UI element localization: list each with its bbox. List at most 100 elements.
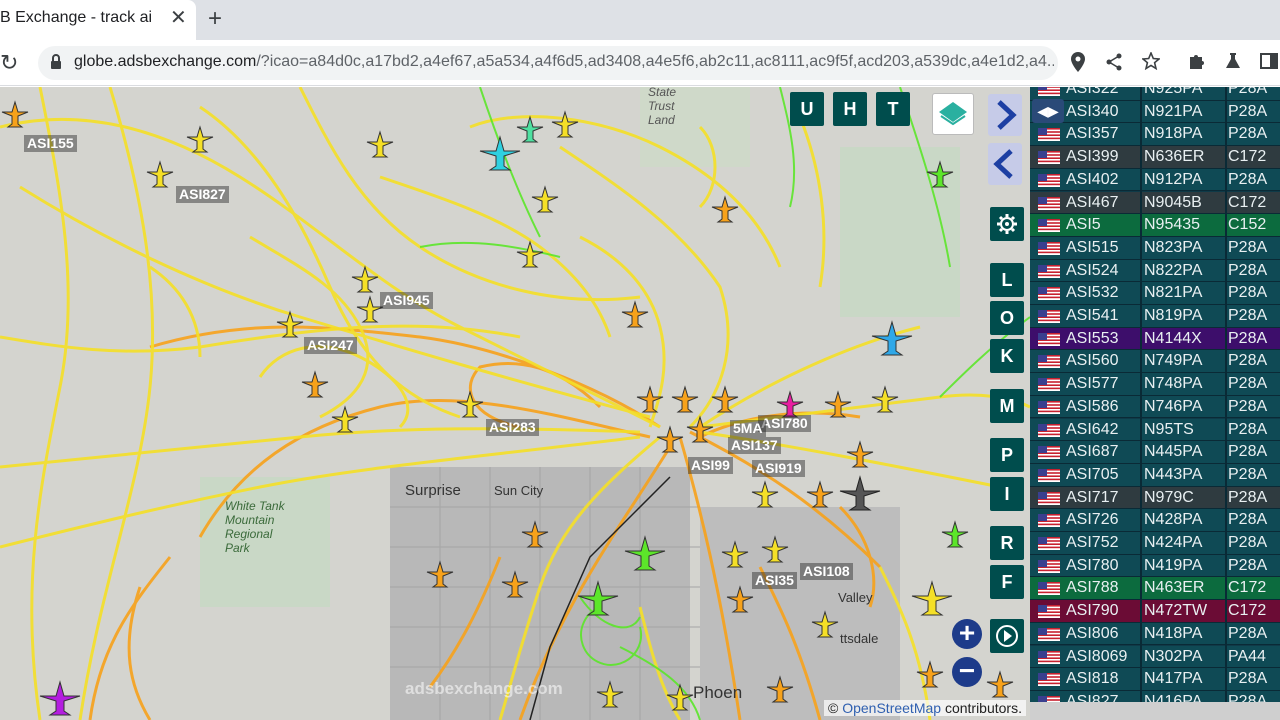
- lab-flask-icon[interactable]: [1224, 52, 1242, 70]
- table-row[interactable]: ASI586 N746PA P28A: [1030, 395, 1280, 419]
- aircraft-label[interactable]: ASI247: [304, 337, 357, 354]
- osm-link[interactable]: OpenStreetMap: [842, 700, 941, 716]
- table-row[interactable]: ASI717 N979C P28A: [1030, 486, 1280, 510]
- callsign-cell: ASI586: [1066, 397, 1119, 415]
- table-row[interactable]: ASI752 N424PA P28A: [1030, 532, 1280, 555]
- table-row[interactable]: ASI467 N9045B C172: [1030, 191, 1280, 215]
- toggle-r-button[interactable]: R: [990, 526, 1024, 560]
- aircraft-label[interactable]: ASI99: [688, 457, 733, 474]
- table-row[interactable]: ASI5 N95435 C152: [1030, 214, 1280, 238]
- aircraft-label[interactable]: ASI945: [380, 292, 433, 309]
- toggle-m-button[interactable]: M: [990, 389, 1024, 423]
- callsign-cell: ASI5: [1066, 216, 1101, 234]
- replay-button[interactable]: [990, 619, 1024, 653]
- callsign-cell: ASI577: [1066, 375, 1119, 393]
- table-row[interactable]: ASI790 N472TW C172: [1030, 600, 1280, 624]
- table-row[interactable]: ASI577 N748PA P28A: [1030, 373, 1280, 397]
- reload-icon[interactable]: ↻: [0, 50, 18, 76]
- callsign-cell: ASI788: [1066, 579, 1119, 597]
- callsign-cell: ASI752: [1066, 534, 1119, 551]
- table-row[interactable]: ASI322 N925PA P28A: [1030, 87, 1280, 101]
- extensions-icon[interactable]: [1187, 52, 1205, 70]
- callsign-cell: ASI467: [1066, 193, 1119, 211]
- aircraft-label[interactable]: ASI283: [486, 419, 539, 436]
- registration-cell: N921PA: [1144, 102, 1203, 120]
- town-label: Phoen: [693, 683, 743, 702]
- expand-panel-button[interactable]: [988, 94, 1022, 136]
- registration-cell: N925PA: [1144, 87, 1203, 97]
- location-icon[interactable]: [1070, 52, 1086, 72]
- zoom-in-button[interactable]: +: [952, 619, 982, 649]
- toggle-f-button[interactable]: F: [990, 565, 1024, 599]
- toggle-h-button[interactable]: H: [833, 92, 867, 126]
- aircraft-label[interactable]: ASI108: [800, 563, 853, 580]
- aircraft-label[interactable]: ASI155: [24, 135, 77, 152]
- callsign-cell: ASI541: [1066, 307, 1119, 324]
- horizontal-scrollbar[interactable]: [1030, 702, 1280, 720]
- table-row[interactable]: ASI515 N823PA P28A: [1030, 236, 1280, 260]
- browser-tab[interactable]: B Exchange - track ai ✕: [0, 0, 196, 40]
- toggle-l-button[interactable]: L: [990, 263, 1024, 297]
- aircraft-label[interactable]: ASI35: [752, 572, 797, 589]
- table-row[interactable]: ASI705 N443PA P28A: [1030, 463, 1280, 487]
- toggle-u-button[interactable]: U: [790, 92, 824, 126]
- aircraft-label[interactable]: ASI780: [758, 415, 811, 432]
- flight-map[interactable]: ASI155 ASI827 ASI945 ASI247 ASI283 ASI78…: [0, 87, 1030, 720]
- table-row[interactable]: ASI818 N417PA P28A: [1030, 668, 1280, 692]
- us-flag-icon: [1038, 627, 1060, 641]
- callsign-cell: ASI818: [1066, 670, 1119, 688]
- toggle-k-button[interactable]: K: [990, 339, 1024, 373]
- table-row[interactable]: ASI532 N821PA P28A: [1030, 282, 1280, 306]
- type-cell: P28A: [1228, 375, 1268, 393]
- us-flag-icon: [1038, 673, 1060, 687]
- table-row[interactable]: ASI806 N418PA P28A: [1030, 622, 1280, 646]
- town-label: State Trust Land: [648, 87, 677, 127]
- us-flag-icon: [1038, 332, 1060, 346]
- us-flag-icon: [1038, 219, 1060, 233]
- table-row[interactable]: ASI8069 N302PA PA44: [1030, 645, 1280, 669]
- sidepanel-icon[interactable]: [1260, 52, 1278, 70]
- aircraft-label[interactable]: ASI827: [176, 186, 229, 203]
- table-row[interactable]: ASI687 N445PA P28A: [1030, 441, 1280, 465]
- swap-sidebar-button[interactable]: ◀▶: [1032, 99, 1064, 123]
- settings-button[interactable]: [990, 207, 1024, 241]
- us-flag-icon: [1038, 537, 1060, 550]
- toggle-p-button[interactable]: P: [990, 438, 1024, 472]
- registration-cell: N748PA: [1144, 375, 1203, 393]
- star-icon[interactable]: [1142, 52, 1160, 70]
- table-row[interactable]: ASI340 N921PA P28A: [1030, 100, 1280, 124]
- toggle-i-button[interactable]: I: [990, 477, 1024, 511]
- table-row[interactable]: ASI524 N822PA P28A: [1030, 259, 1280, 283]
- us-flag-icon: [1038, 400, 1060, 414]
- chevron-right-icon: [997, 100, 1017, 130]
- toggle-o-button[interactable]: O: [990, 301, 1024, 335]
- registration-cell: N417PA: [1144, 670, 1203, 688]
- share-icon[interactable]: [1105, 53, 1123, 71]
- new-tab-button[interactable]: +: [208, 6, 222, 32]
- table-row[interactable]: ASI560 N749PA P28A: [1030, 350, 1280, 374]
- watermark: adsbexchange.com: [405, 679, 563, 698]
- table-row[interactable]: ASI553 N4144X P28A: [1030, 327, 1280, 351]
- us-flag-icon: [1038, 173, 1060, 187]
- registration-cell: N749PA: [1144, 352, 1203, 370]
- collapse-panel-button[interactable]: [988, 143, 1022, 185]
- toggle-t-button[interactable]: T: [876, 92, 910, 126]
- registration-cell: N463ER: [1144, 579, 1205, 597]
- aircraft-label[interactable]: ASI919: [752, 460, 805, 477]
- type-cell: P28A: [1228, 261, 1268, 279]
- table-row[interactable]: ASI788 N463ER C172: [1030, 577, 1280, 601]
- omnibox[interactable]: globe.adsbexchange.com/?icao=a84d0c,a17b…: [38, 46, 1058, 80]
- table-row[interactable]: ASI726 N428PA P28A: [1030, 509, 1280, 533]
- table-row[interactable]: ASI642 N95TS P28A: [1030, 418, 1280, 442]
- table-row[interactable]: ASI399 N636ER C172: [1030, 146, 1280, 170]
- layers-button[interactable]: [932, 93, 974, 135]
- aircraft-label[interactable]: 5MA: [730, 420, 766, 437]
- table-row[interactable]: ASI357 N918PA P28A: [1030, 123, 1280, 147]
- table-row[interactable]: ASI541 N819PA P28A: [1030, 305, 1280, 328]
- table-row[interactable]: ASI402 N912PA P28A: [1030, 168, 1280, 192]
- zoom-out-button[interactable]: −: [952, 657, 982, 687]
- close-tab-icon[interactable]: ✕: [170, 8, 187, 28]
- aircraft-label[interactable]: ASI137: [728, 437, 781, 454]
- table-row[interactable]: ASI780 N419PA P28A: [1030, 554, 1280, 578]
- type-cell: P28A: [1228, 465, 1268, 483]
